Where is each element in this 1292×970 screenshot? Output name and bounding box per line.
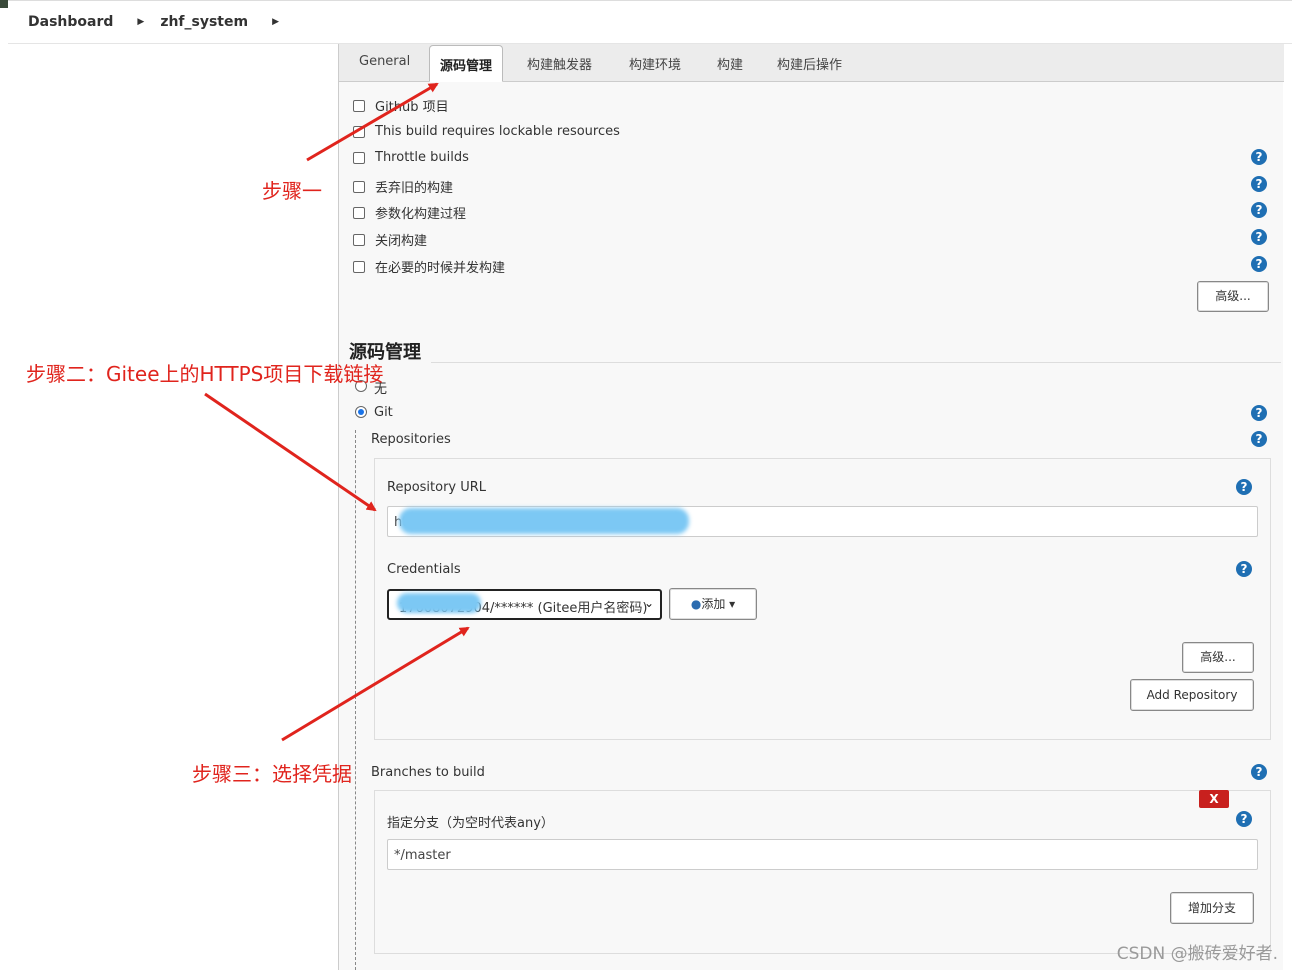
delete-branch-button[interactable]: X <box>1199 790 1229 808</box>
tab-build[interactable]: 构建 <box>717 54 743 73</box>
option-discard-old-builds[interactable]: 丢弃旧的构建 <box>353 177 453 196</box>
checkbox[interactable] <box>353 233 365 246</box>
option-throttle-builds[interactable]: Throttle builds <box>353 150 469 165</box>
option-concurrent-builds[interactable]: 在必要的时候并发构建 <box>353 257 505 276</box>
annotation-step1: 步骤一 <box>262 179 322 203</box>
checkbox[interactable] <box>353 180 365 193</box>
repositories-label: Repositories <box>371 432 451 447</box>
option-label: This build requires lockable resources <box>375 124 620 139</box>
add-credentials-button[interactable]: ●添加 ▾ <box>669 588 757 620</box>
help-icon[interactable]: ? <box>1251 149 1267 165</box>
git-config-indent-line <box>355 430 356 970</box>
checkbox[interactable] <box>353 151 365 164</box>
redaction-blur <box>399 508 689 534</box>
tab-source-code-management[interactable]: 源码管理 <box>429 45 504 82</box>
watermark: CSDN @搬砖爱好者. <box>1116 944 1278 964</box>
scm-git-label: Git <box>374 405 393 420</box>
option-label: 关闭构建 <box>375 234 428 249</box>
repository-url-label: Repository URL <box>387 480 487 495</box>
option-github-project[interactable]: Github 项目 <box>353 96 449 115</box>
help-icon[interactable]: ? <box>1236 561 1252 577</box>
tab-general[interactable]: General <box>359 54 410 69</box>
add-repository-button[interactable]: Add Repository <box>1130 679 1254 711</box>
add-credentials-label: 添加 <box>701 597 726 611</box>
credentials-label: Credentials <box>387 562 461 577</box>
help-icon[interactable]: ? <box>1251 229 1267 245</box>
breadcrumb-separator-icon[interactable]: ▶ <box>272 17 279 27</box>
option-label: 在必要的时候并发构建 <box>375 261 506 276</box>
checkbox[interactable] <box>353 206 365 219</box>
scm-git-radio[interactable] <box>355 406 367 418</box>
caret-down-icon: ▾ <box>725 597 736 611</box>
general-advanced-button[interactable]: 高级... <box>1197 281 1269 312</box>
breadcrumb-dashboard[interactable]: Dashboard <box>28 14 113 30</box>
option-label: Github 项目 <box>375 100 449 115</box>
checkbox[interactable] <box>353 125 365 138</box>
redaction-blur <box>397 593 481 613</box>
option-label: 丢弃旧的构建 <box>375 181 454 196</box>
option-disable-build[interactable]: 关闭构建 <box>353 230 427 249</box>
repository-advanced-button[interactable]: 高级... <box>1182 642 1254 673</box>
help-icon[interactable]: ? <box>1236 479 1252 495</box>
option-lockable-resources[interactable]: This build requires lockable resources <box>353 124 620 139</box>
key-icon: ● <box>690 597 702 611</box>
breadcrumb-job[interactable]: zhf_system <box>160 14 248 30</box>
section-divider <box>431 362 1281 363</box>
option-label: Throttle builds <box>375 150 469 165</box>
config-tab-bar: General 源码管理 构建触发器 构建环境 构建 构建后操作 <box>339 44 1284 82</box>
window-corner <box>0 0 8 8</box>
help-icon[interactable]: ? <box>1251 256 1267 272</box>
tab-build-environment[interactable]: 构建环境 <box>629 54 681 73</box>
annotation-step3: 步骤三：选择凭据 <box>192 762 352 786</box>
checkbox[interactable] <box>353 99 365 112</box>
breadcrumb-separator-icon[interactable]: ▶ <box>137 17 144 27</box>
option-parameterized-build[interactable]: 参数化构建过程 <box>353 203 466 222</box>
annotation-step2: 步骤二：Gitee上的HTTPS项目下载链接 <box>26 362 384 386</box>
breadcrumb: Dashboard ▶ zhf_system ▶ <box>8 0 1292 44</box>
help-icon[interactable]: ? <box>1251 202 1267 218</box>
help-icon[interactable]: ? <box>1251 431 1267 447</box>
help-icon[interactable]: ? <box>1251 176 1267 192</box>
option-label: 参数化构建过程 <box>375 207 467 222</box>
config-form: General 源码管理 构建触发器 构建环境 构建 构建后操作 Github … <box>338 44 1284 970</box>
tab-build-triggers[interactable]: 构建触发器 <box>527 54 592 73</box>
chevron-down-icon: ⌄ <box>643 596 654 610</box>
checkbox[interactable] <box>353 260 365 273</box>
add-branch-button[interactable]: 增加分支 <box>1170 892 1254 924</box>
help-icon[interactable]: ? <box>1251 405 1267 421</box>
tab-post-build-actions[interactable]: 构建后操作 <box>777 54 842 73</box>
branches-to-build-label: Branches to build <box>371 765 485 780</box>
help-icon[interactable]: ? <box>1251 764 1267 780</box>
branch-specifier-label: 指定分支（为空时代表any） <box>387 816 554 831</box>
branch-specifier-input[interactable]: */master <box>387 839 1258 870</box>
help-icon[interactable]: ? <box>1236 811 1252 827</box>
